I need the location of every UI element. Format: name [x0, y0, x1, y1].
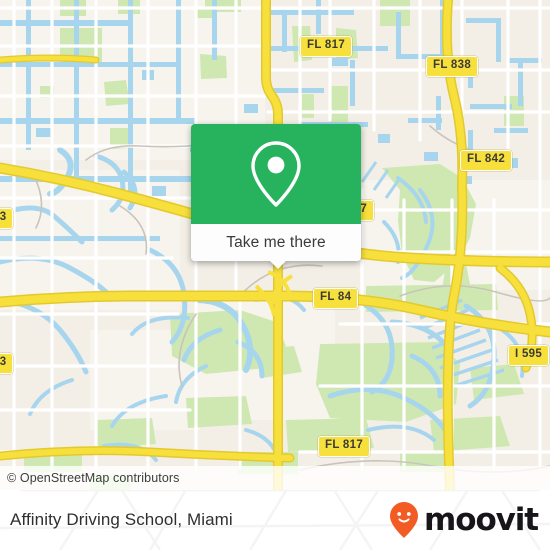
moovit-smiley-pin-icon	[390, 502, 419, 538]
map-pin-icon	[251, 141, 301, 207]
map-screenshot: FL 817 FL 838 FL 842 817 23 FL 84 I 595 …	[0, 0, 550, 550]
take-me-there-button[interactable]: Take me there	[191, 224, 361, 261]
attribution-text: © OpenStreetMap contributors	[7, 471, 180, 485]
card-pointer-tail	[269, 260, 287, 269]
road-shield: FL 842	[460, 150, 513, 171]
map-canvas[interactable]: FL 817 FL 838 FL 842 817 23 FL 84 I 595 …	[0, 0, 550, 490]
place-callout-card[interactable]: Take me there	[191, 124, 361, 269]
road-shield: FL 817	[300, 36, 353, 57]
road-shield: I 595	[508, 345, 550, 366]
road-shield: 23	[0, 208, 14, 229]
road-shield: FL 84	[313, 288, 359, 309]
map-attribution: © OpenStreetMap contributors	[0, 466, 550, 490]
road-shield: FL 817	[318, 436, 371, 457]
card-pin-area	[191, 124, 361, 224]
place-title-text: Affinity Driving School, Miami	[10, 510, 233, 529]
moovit-brand[interactable]: moovit	[389, 490, 539, 550]
road-shield: FL 838	[426, 56, 479, 77]
road-shield: 23	[0, 353, 14, 374]
footer-bar: Affinity Driving School, Miami moovit	[0, 490, 550, 550]
moovit-wordmark: moovit	[424, 502, 539, 538]
place-title: Affinity Driving School, Miami	[10, 490, 233, 550]
take-me-there-label: Take me there	[226, 233, 326, 251]
